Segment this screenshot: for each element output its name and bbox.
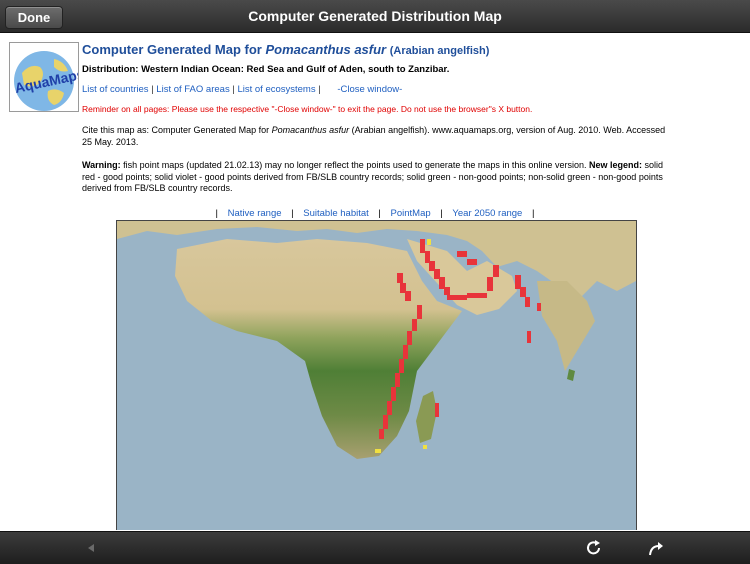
legend-label: New legend: bbox=[588, 160, 642, 170]
map-tabs: | Native range | Suitable habitat | Poin… bbox=[215, 208, 535, 219]
ecosystems-link[interactable]: List of ecosystems bbox=[237, 84, 315, 95]
tab-native-range[interactable]: Native range bbox=[228, 208, 282, 219]
reload-button[interactable] bbox=[584, 538, 604, 558]
link-separator: | bbox=[151, 84, 154, 95]
africa-map-image bbox=[117, 221, 636, 530]
cite-text: Cite this map as: Computer Generated Map… bbox=[82, 125, 672, 148]
distribution-text: Distribution: Western Indian Ocean: Red … bbox=[82, 64, 450, 75]
countries-link[interactable]: List of countries bbox=[82, 84, 149, 95]
globe-logo-icon: AquaMaps bbox=[13, 51, 78, 111]
cite-prefix: Cite this map as: Computer Generated Map… bbox=[82, 125, 272, 135]
cite-species: Pomacanthus asfur bbox=[271, 125, 350, 135]
window-title: Computer Generated Distribution Map bbox=[248, 8, 502, 24]
links-row: List of countries | List of FAO areas | … bbox=[82, 84, 732, 96]
warning-body: fish point maps (updated 21.02.13) may n… bbox=[120, 160, 589, 170]
share-button[interactable] bbox=[646, 538, 666, 558]
share-icon bbox=[649, 542, 663, 556]
done-button[interactable]: Done bbox=[5, 6, 63, 29]
tab-suitable-habitat[interactable]: Suitable habitat bbox=[303, 208, 369, 219]
warning-label: Warning: bbox=[82, 160, 121, 170]
aquamaps-logo[interactable]: AquaMaps bbox=[9, 42, 79, 112]
bottom-toolbar bbox=[0, 531, 750, 564]
back-button[interactable] bbox=[83, 540, 99, 556]
page-title-prefix: Computer Generated Map for bbox=[82, 42, 266, 57]
top-toolbar: Done Computer Generated Distribution Map bbox=[0, 0, 750, 33]
tab-point-map[interactable]: PointMap bbox=[391, 208, 431, 219]
header-block: Computer Generated Map for Pomacanthus a… bbox=[82, 42, 732, 115]
link-separator: | bbox=[232, 84, 235, 95]
species-name: Pomacanthus asfur bbox=[265, 42, 387, 57]
link-separator: | bbox=[318, 84, 321, 95]
distribution-map[interactable] bbox=[116, 220, 637, 530]
web-content[interactable]: AquaMaps Computer Generated Map for Poma… bbox=[0, 33, 750, 530]
fao-areas-link[interactable]: List of FAO areas bbox=[156, 84, 229, 95]
common-name: (Arabian angelfish) bbox=[389, 45, 490, 57]
reminder-text: Reminder on all pages: Please use the re… bbox=[82, 104, 533, 114]
back-arrow-icon bbox=[88, 544, 94, 552]
close-window-link[interactable]: -Close window- bbox=[337, 84, 402, 95]
page-title: Computer Generated Map for Pomacanthus a… bbox=[82, 42, 732, 59]
tab-year-2050-range[interactable]: Year 2050 range bbox=[452, 208, 522, 219]
reload-icon bbox=[587, 540, 600, 555]
warning-text: Warning: fish point maps (updated 21.02.… bbox=[82, 160, 672, 195]
